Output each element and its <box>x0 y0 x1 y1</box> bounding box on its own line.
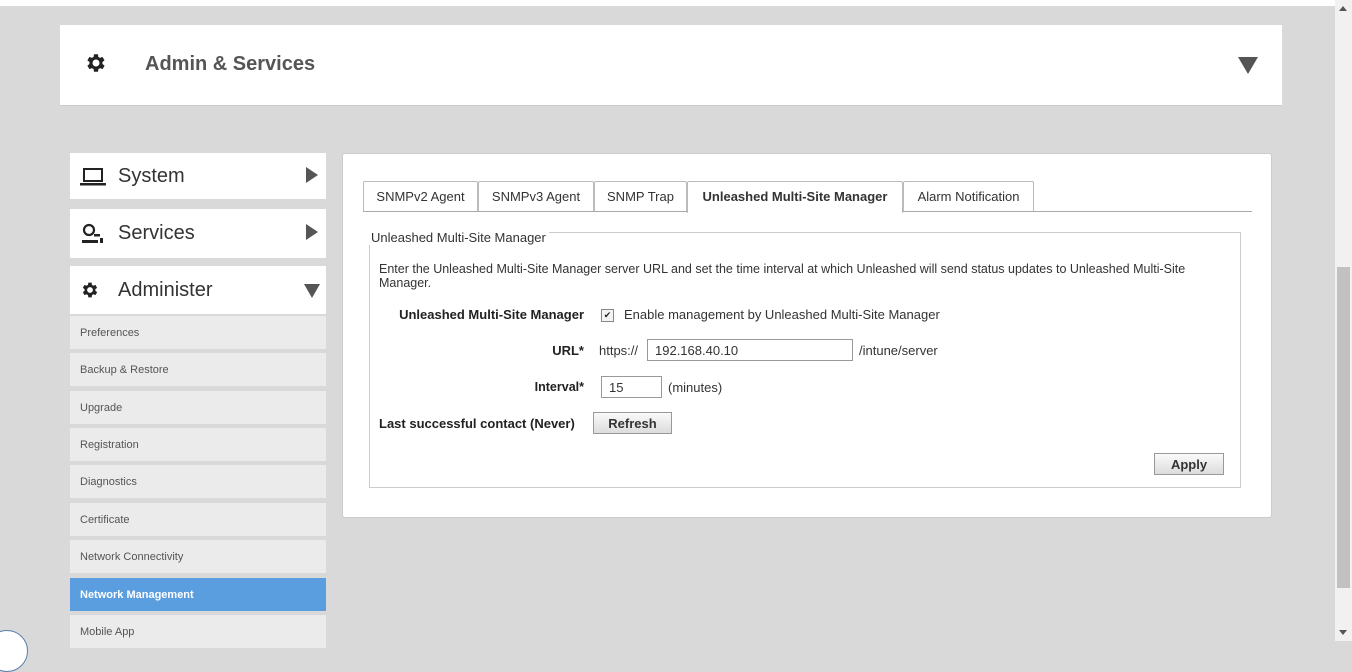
vertical-scrollbar[interactable] <box>1335 0 1352 641</box>
nav-item-label: Network Management <box>80 589 194 601</box>
apply-button[interactable]: Apply <box>1154 453 1224 475</box>
chevron-right-icon <box>306 224 318 240</box>
tab-bar: SNMPv2 Agent SNMPv3 Agent SNMP Trap Unle… <box>363 181 1252 213</box>
tab-unleashed-multi-site-manager[interactable]: Unleashed Multi-Site Manager <box>687 181 903 213</box>
nav-item-label: Mobile App <box>80 626 135 638</box>
fieldset-legend: Unleashed Multi-Site Manager <box>368 230 549 245</box>
admin-services-header[interactable]: Admin & Services <box>60 25 1282 106</box>
tab-snmp-trap[interactable]: SNMP Trap <box>594 181 687 211</box>
collapse-toggle-icon[interactable] <box>1238 57 1258 74</box>
url-suffix: /intune/server <box>859 343 938 358</box>
nav-item-network-connectivity[interactable]: Network Connectivity <box>70 540 326 573</box>
tab-alarm-notification[interactable]: Alarm Notification <box>903 181 1034 211</box>
url-input[interactable] <box>647 339 853 361</box>
chevron-right-icon <box>306 167 318 183</box>
header-title: Admin & Services <box>145 53 316 75</box>
nav-item-diagnostics[interactable]: Diagnostics <box>70 465 326 498</box>
nav-section-services[interactable]: Services <box>70 209 326 258</box>
nav-item-network-management[interactable]: Network Management <box>70 578 326 611</box>
interval-unit: (minutes) <box>668 380 723 395</box>
url-prefix: https:// <box>599 343 639 358</box>
nav-item-label: Backup & Restore <box>80 364 169 376</box>
nav-item-backup-restore[interactable]: Backup & Restore <box>70 353 326 386</box>
help-circle-icon[interactable] <box>0 630 28 672</box>
nav-item-label: Upgrade <box>80 402 123 414</box>
manager-label: Unleashed Multi-Site Manager <box>399 307 584 322</box>
nav-item-label: Preferences <box>80 327 140 339</box>
nav-item-label: Certificate <box>80 514 130 526</box>
nav-item-preferences[interactable]: Preferences <box>70 316 326 349</box>
nav-section-label: Services <box>118 222 195 244</box>
refresh-button[interactable]: Refresh <box>593 412 672 434</box>
nav-section-label: Administer <box>118 279 213 301</box>
nav-item-label: Registration <box>80 439 139 451</box>
chevron-down-icon <box>304 284 320 298</box>
last-contact-label: Last successful contact (Never) <box>379 416 575 431</box>
scroll-up-arrow-icon[interactable] <box>1339 6 1347 11</box>
nav-item-label: Diagnostics <box>80 476 137 488</box>
nav-section-label: System <box>118 165 185 187</box>
url-label: URL* <box>552 343 584 358</box>
scroll-down-arrow-icon[interactable] <box>1339 630 1347 635</box>
scroll-thumb[interactable] <box>1337 267 1350 588</box>
nav-item-label: Network Connectivity <box>80 551 184 563</box>
nav-item-mobile-app[interactable]: Mobile App <box>70 615 326 648</box>
enable-management-text: Enable management by Unleashed Multi-Sit… <box>624 307 940 322</box>
gear-icon <box>82 282 98 298</box>
nav-item-upgrade[interactable]: Upgrade <box>70 391 326 424</box>
tab-snmpv2-agent[interactable]: SNMPv2 Agent <box>363 181 478 211</box>
tab-snmpv3-agent[interactable]: SNMPv3 Agent <box>478 181 594 211</box>
laptop-icon <box>80 168 106 186</box>
gear-icon <box>87 54 105 72</box>
top-strip <box>0 0 1335 6</box>
nav-section-system[interactable]: System <box>70 153 326 199</box>
nav-section-administer[interactable]: Administer <box>70 266 326 314</box>
network-management-panel: SNMPv2 Agent SNMPv3 Agent SNMP Trap Unle… <box>342 153 1272 518</box>
form-description: Enter the Unleashed Multi-Site Manager s… <box>379 262 1186 290</box>
enable-management-checkbox[interactable]: ✔ <box>601 309 614 322</box>
interval-label: Interval* <box>534 380 584 394</box>
nav-item-certificate[interactable]: Certificate <box>70 503 326 536</box>
interval-input[interactable] <box>601 376 662 398</box>
services-icon <box>82 223 103 243</box>
nav-item-registration[interactable]: Registration <box>70 428 326 461</box>
